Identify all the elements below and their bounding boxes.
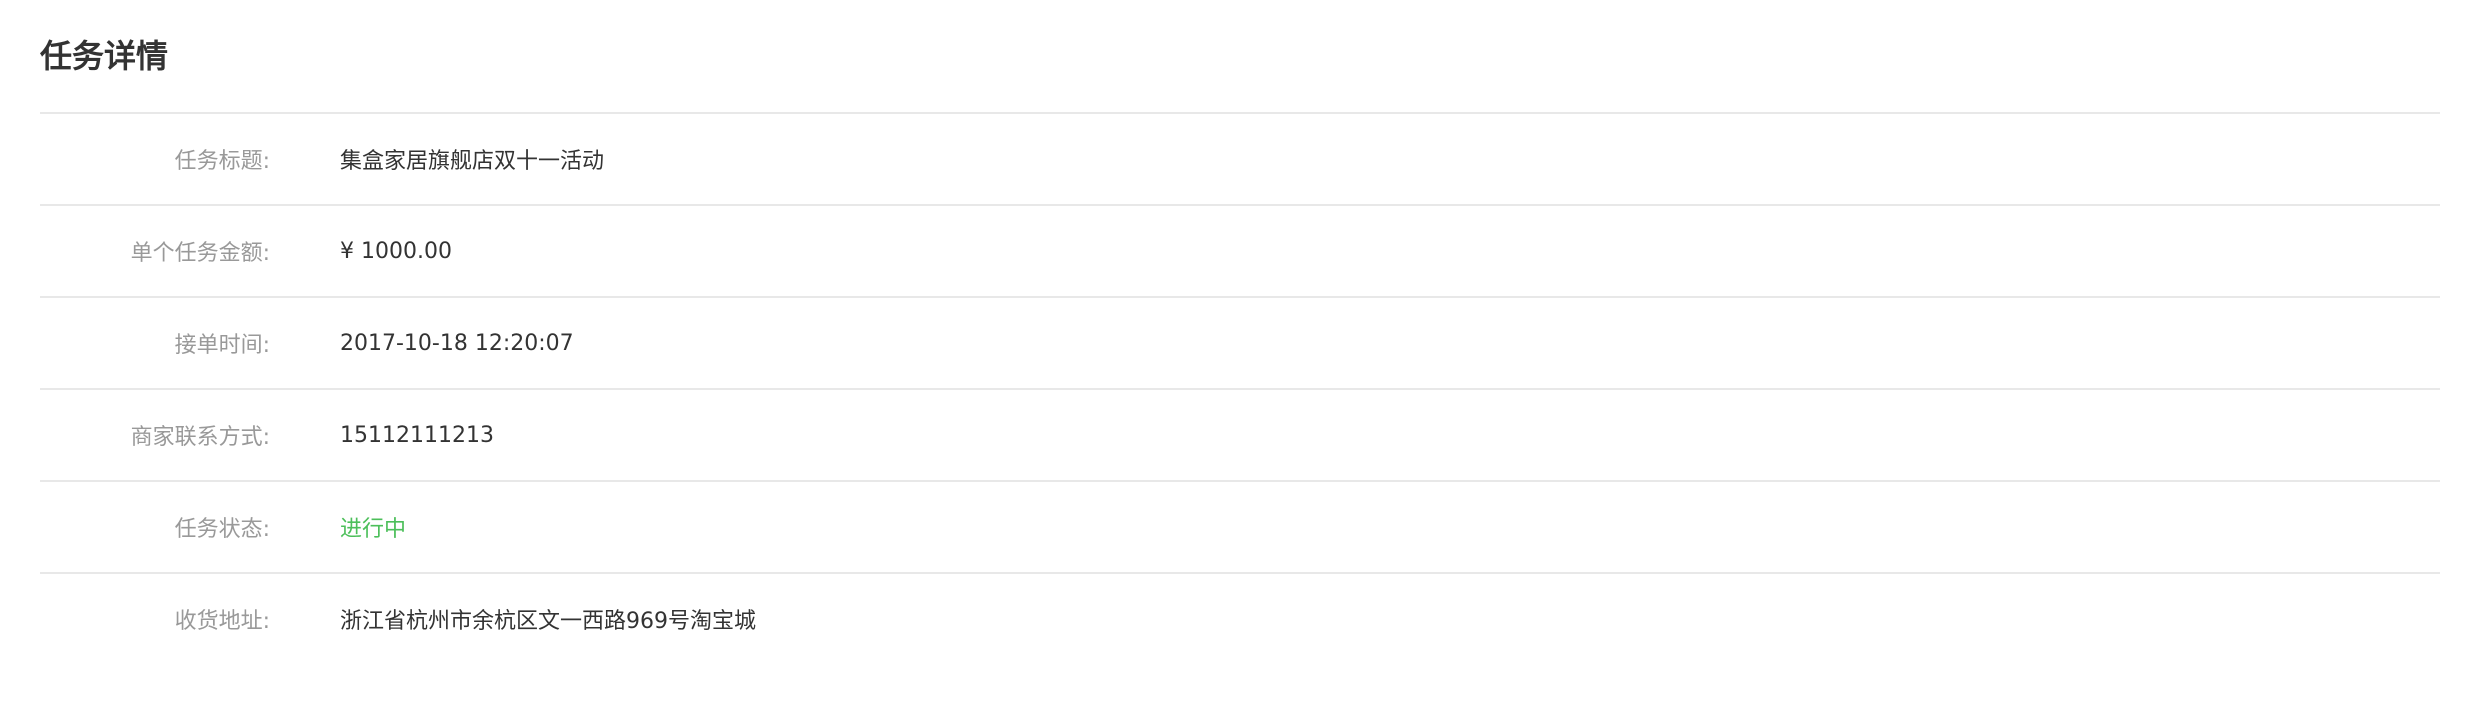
detail-row-task-status: 任务状态: 进行中 — [40, 482, 2440, 574]
merchant-contact-value: 15112111213 — [340, 422, 494, 448]
task-amount-value: ¥ 1000.00 — [340, 238, 452, 264]
accept-time-value: 2017-10-18 12:20:07 — [340, 330, 574, 356]
detail-list: 任务标题: 集盒家居旗舰店双十一活动 单个任务金额: ¥ 1000.00 接单时… — [40, 114, 2440, 664]
detail-row-accept-time: 接单时间: 2017-10-18 12:20:07 — [40, 298, 2440, 390]
shipping-address-value: 浙江省杭州市余杭区文一西路969号淘宝城 — [340, 609, 756, 634]
status-badge: 进行中 — [340, 517, 407, 542]
shipping-address-label: 收货地址: — [174, 609, 270, 634]
task-status-label: 任务状态: — [174, 517, 270, 542]
task-amount-label: 单个任务金额: — [130, 241, 270, 266]
detail-row-task-amount: 单个任务金额: ¥ 1000.00 — [40, 206, 2440, 298]
detail-row-merchant-contact: 商家联系方式: 15112111213 — [40, 390, 2440, 482]
task-detail-panel: 任务详情 任务标题: 集盒家居旗舰店双十一活动 单个任务金额: ¥ 1000.0… — [0, 0, 2480, 704]
task-title-value: 集盒家居旗舰店双十一活动 — [340, 149, 605, 174]
detail-row-shipping-address: 收货地址: 浙江省杭州市余杭区文一西路969号淘宝城 — [40, 574, 2440, 664]
merchant-contact-label: 商家联系方式: — [130, 425, 270, 450]
detail-row-task-title: 任务标题: 集盒家居旗舰店双十一活动 — [40, 114, 2440, 206]
page-title: 任务详情 — [40, 0, 2440, 114]
task-title-label: 任务标题: — [174, 149, 270, 174]
accept-time-label: 接单时间: — [174, 333, 270, 358]
